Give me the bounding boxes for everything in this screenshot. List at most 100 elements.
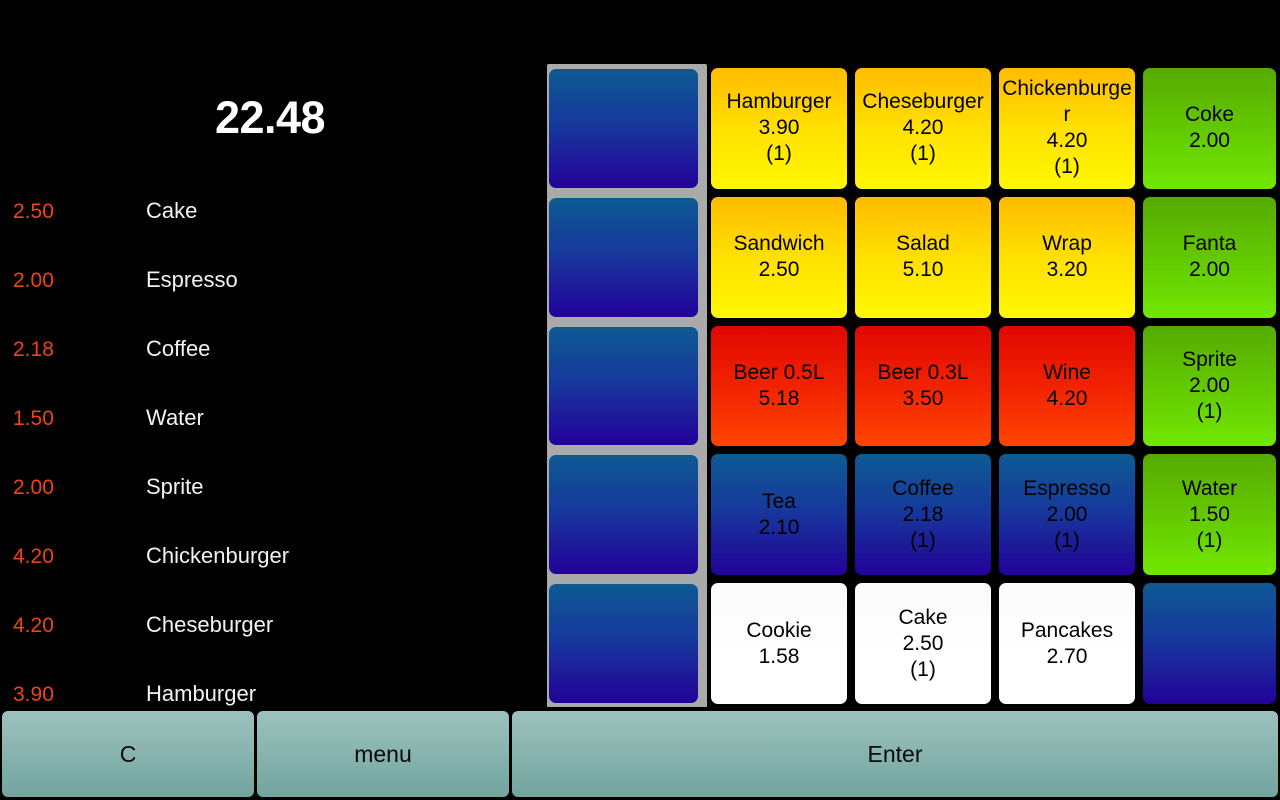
receipt-item-name: Cheseburger: [146, 612, 274, 637]
product-button-price: 2.00: [1046, 502, 1088, 526]
receipt-item-list[interactable]: 2.50 Cake 2.00 Espresso 2.18 Coffee 1.50 Water 2…: [0, 189, 540, 707]
product-button-coffee[interactable]: Coffee 2.18 (1): [855, 454, 991, 576]
product-button-name: Sandwich: [733, 232, 825, 256]
product-button-name: Pancakes: [1020, 618, 1114, 642]
receipt-panel: 22.48 2.50 Cake 2.00 Espresso 2.18 Coffee 1.50…: [0, 0, 540, 707]
receipt-row[interactable]: 4.20 Cheseburger: [0, 603, 540, 672]
product-button-espresso[interactable]: Espresso 2.00 (1): [999, 454, 1135, 576]
product-cell: Beer 0.5L 5.18: [707, 322, 851, 451]
product-button-name: Chickenburger: [1002, 77, 1132, 127]
product-button-beer-0-5l[interactable]: Beer 0.5L 5.18: [711, 325, 847, 447]
menu-button[interactable]: menu: [257, 711, 509, 797]
product-cell: Espresso 2.00 (1): [995, 450, 1139, 579]
product-button-chickenburger[interactable]: Chickenburger 4.20 (1): [999, 68, 1135, 189]
receipt-row[interactable]: 3.90 Hamburger: [0, 672, 540, 707]
product-cell: [540, 322, 707, 451]
product-button-quantity: (1): [910, 528, 936, 552]
product-button-empty[interactable]: [549, 197, 698, 317]
product-button-price: 2.00: [1189, 129, 1230, 153]
product-button-quantity: (1): [910, 142, 936, 166]
product-button-fanta[interactable]: Fanta 2.00: [1143, 196, 1276, 318]
receipt-item-price: 1.50: [13, 407, 54, 430]
product-button-beer-0-3l[interactable]: Beer 0.3L 3.50: [855, 325, 991, 447]
clear-button[interactable]: C: [2, 711, 254, 797]
product-cell: [1139, 579, 1280, 708]
receipt-item-price: 2.00: [13, 476, 54, 499]
product-cell: Beer 0.3L 3.50: [851, 322, 995, 451]
receipt-item-price: 3.90: [13, 683, 54, 706]
product-button-price: 4.20: [902, 116, 944, 140]
product-button-tea[interactable]: Tea 2.10: [711, 454, 847, 576]
product-button-price: 4.20: [1046, 129, 1088, 153]
product-cell: Cookie 1.58: [707, 579, 851, 708]
product-button-cake[interactable]: Cake 2.50 (1): [855, 583, 991, 704]
product-cell: Tea 2.10: [707, 450, 851, 579]
receipt-item-name: Chickenburger: [146, 543, 290, 568]
product-button-price: 3.90: [758, 116, 800, 140]
product-button-price: 1.50: [1189, 502, 1230, 526]
product-cell: Pancakes 2.70: [995, 579, 1139, 708]
product-button-wrap[interactable]: Wrap 3.20: [999, 196, 1135, 318]
receipt-row[interactable]: 2.18 Coffee: [0, 327, 540, 396]
product-button-water[interactable]: Water 1.50 (1): [1143, 454, 1276, 576]
receipt-item-price: 4.20: [13, 545, 54, 568]
product-cell: Water 1.50 (1): [1139, 450, 1280, 579]
product-button-name: Sprite: [1182, 347, 1237, 371]
product-button-name: Espresso: [1023, 476, 1111, 500]
product-button-price: 1.58: [758, 644, 800, 668]
product-button-price: 2.50: [902, 631, 944, 655]
receipt-row[interactable]: 2.50 Cake: [0, 189, 540, 258]
receipt-item-price: 2.50: [13, 200, 54, 223]
product-button-quantity: (1): [1054, 155, 1080, 179]
product-button-cheseburger[interactable]: Cheseburger 4.20 (1): [855, 68, 991, 189]
product-button-pancakes[interactable]: Pancakes 2.70: [999, 583, 1135, 704]
receipt-row[interactable]: 2.00 Sprite: [0, 465, 540, 534]
receipt-item-name: Water: [146, 405, 204, 430]
product-cell: Sprite 2.00 (1): [1139, 322, 1280, 451]
product-cell: [540, 193, 707, 322]
receipt-row[interactable]: 4.20 Chickenburger: [0, 534, 540, 603]
product-button-cookie[interactable]: Cookie 1.58: [711, 583, 847, 704]
product-button-empty[interactable]: [549, 455, 698, 575]
product-button-sprite[interactable]: Sprite 2.00 (1): [1143, 325, 1276, 447]
receipt-item-name: Cake: [146, 198, 198, 223]
receipt-row[interactable]: 1.50 Water: [0, 396, 540, 465]
product-keypad: Hamburger 3.90 (1) Cheseburger 4.20 (1) Chicke…: [540, 0, 1280, 708]
product-button-hamburger[interactable]: Hamburger 3.90 (1): [711, 68, 847, 189]
product-cell: Wrap 3.20: [995, 193, 1139, 322]
pos-terminal-screen: 22.48 2.50 Cake 2.00 Espresso 2.18 Coffee 1.50…: [0, 0, 1280, 800]
product-button-price: 5.18: [758, 386, 800, 410]
receipt-item-name: Espresso: [146, 267, 238, 292]
product-button-grid: Hamburger 3.90 (1) Cheseburger 4.20 (1) Chicke…: [540, 64, 1280, 708]
product-button-coke[interactable]: Coke 2.00: [1143, 68, 1276, 189]
product-button-quantity: (1): [1196, 399, 1223, 423]
product-button-empty[interactable]: [549, 69, 698, 188]
product-button-empty[interactable]: [1143, 583, 1276, 704]
product-cell: Coke 2.00: [1139, 64, 1280, 193]
product-button-name: Cookie: [746, 618, 812, 642]
product-button-name: Cheseburger: [862, 90, 984, 114]
product-button-wine[interactable]: Wine 4.20: [999, 325, 1135, 447]
receipt-row[interactable]: 2.00 Espresso: [0, 258, 540, 327]
product-button-empty[interactable]: [549, 326, 698, 446]
product-button-name: Fanta: [1182, 232, 1237, 256]
product-button-quantity: (1): [910, 657, 936, 681]
product-button-name: Hamburger: [726, 90, 832, 114]
product-button-name: Cake: [898, 605, 948, 629]
product-button-salad[interactable]: Salad 5.10: [855, 196, 991, 318]
product-button-empty[interactable]: [549, 584, 698, 703]
order-total-display: 22.48: [214, 92, 326, 143]
product-button-name: Water: [1181, 476, 1238, 500]
product-cell: Fanta 2.00: [1139, 193, 1280, 322]
receipt-item-name: Sprite: [146, 474, 204, 499]
product-button-price: 2.10: [758, 515, 800, 539]
product-cell: Sandwich 2.50: [707, 193, 851, 322]
product-button-sandwich[interactable]: Sandwich 2.50: [711, 196, 847, 318]
product-button-quantity: (1): [766, 142, 792, 166]
receipt-item-price: 4.20: [13, 614, 54, 637]
enter-button[interactable]: Enter: [512, 711, 1278, 797]
product-cell: Chickenburger 4.20 (1): [995, 64, 1139, 193]
product-button-price: 2.50: [758, 258, 800, 282]
product-button-quantity: (1): [1054, 528, 1080, 552]
product-cell: [540, 64, 707, 193]
